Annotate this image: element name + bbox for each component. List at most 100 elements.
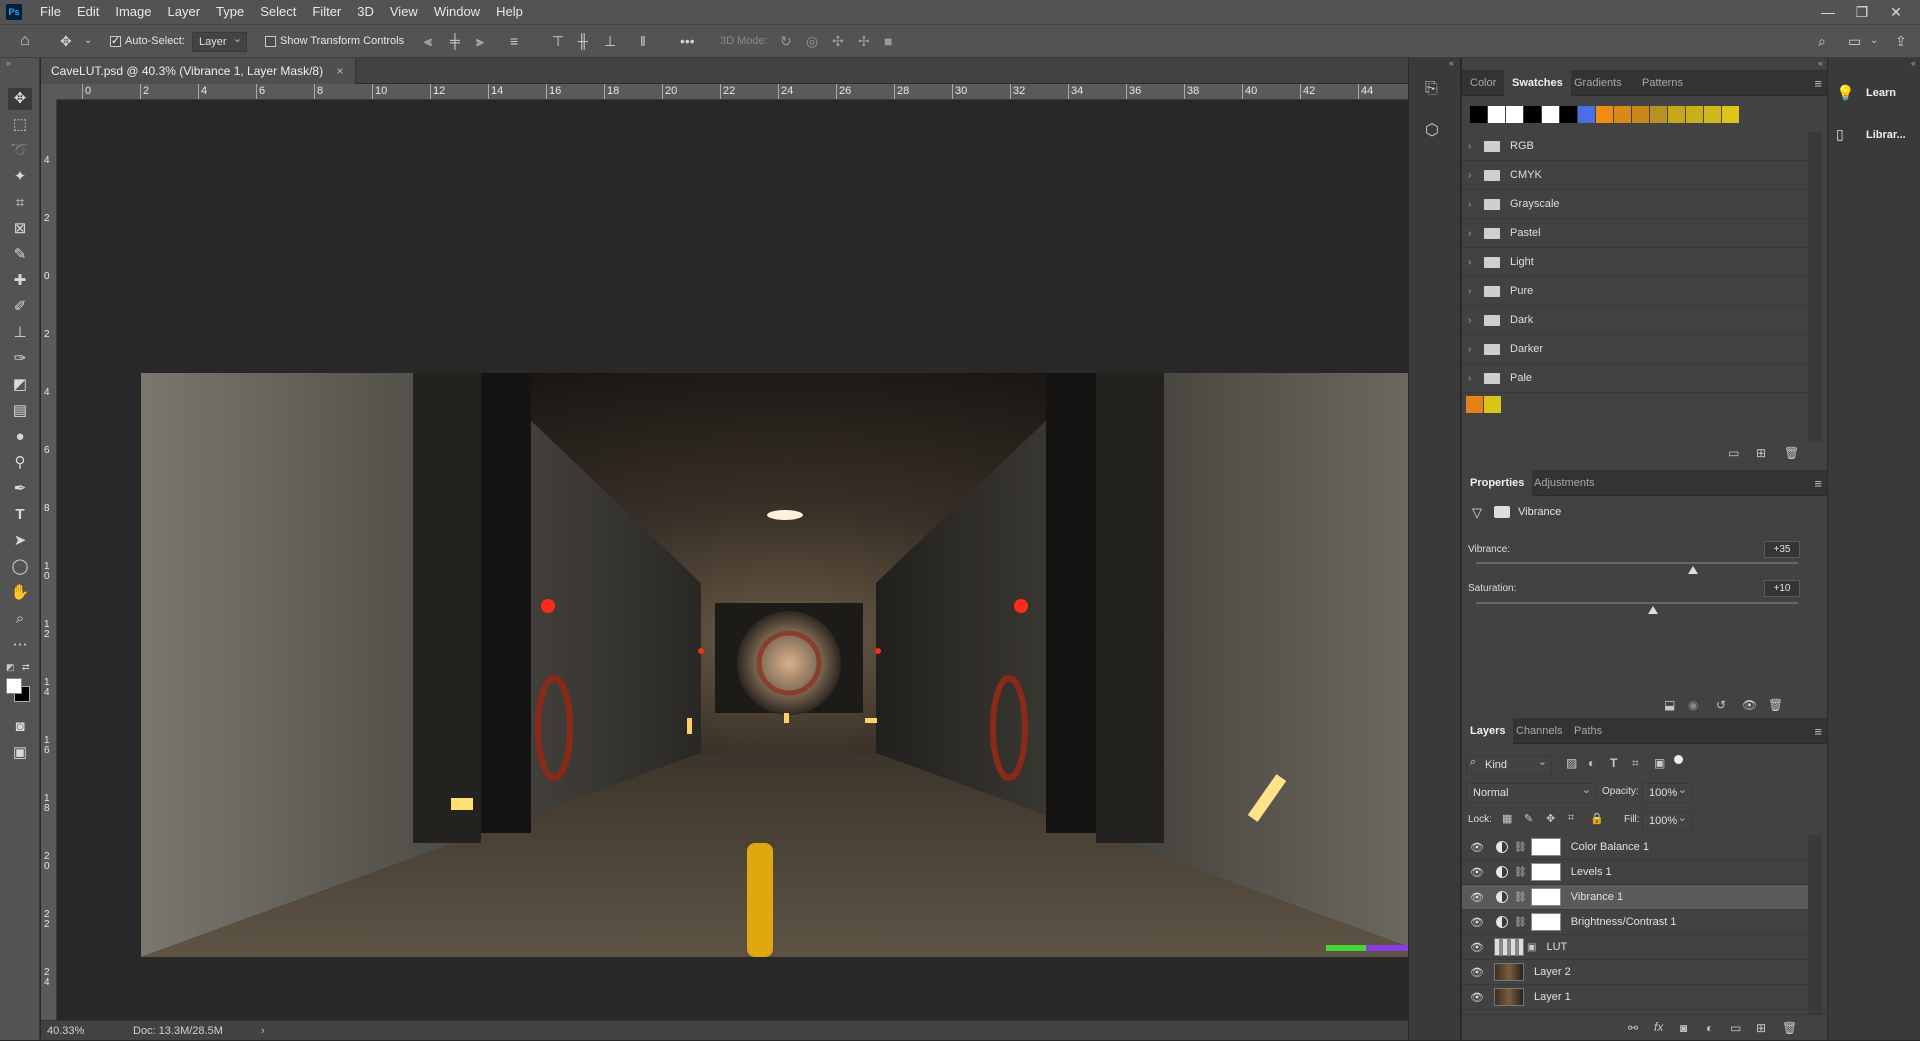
swatch-folder-pastel[interactable]: › Pastel bbox=[1462, 219, 1808, 248]
color-swatch[interactable] bbox=[1722, 106, 1739, 123]
tab-properties[interactable]: Properties bbox=[1462, 470, 1533, 496]
collapse-panels-icon[interactable]: « bbox=[1818, 58, 1823, 68]
document-image[interactable] bbox=[141, 373, 1436, 957]
layers-panel-menu-icon[interactable]: ≡ bbox=[1814, 724, 1822, 739]
show-transform-checkbox[interactable] bbox=[265, 36, 276, 47]
vertical-ruler[interactable]: 4 2 0 2 4 6 8 10 12 14 16 18 20 22 24 bbox=[41, 100, 57, 1020]
move-tool-icon[interactable]: ✥ bbox=[8, 88, 32, 110]
close-window-button[interactable]: ✕ bbox=[1876, 0, 1916, 24]
new-layer-icon[interactable]: ⊞ bbox=[1756, 1021, 1766, 1035]
chevron-right-icon[interactable]: › bbox=[1468, 286, 1480, 297]
layer-thumbnail[interactable] bbox=[1494, 963, 1524, 981]
menu-help[interactable]: Help bbox=[488, 0, 531, 24]
color-swatch[interactable] bbox=[1632, 106, 1649, 123]
custom-color-swatch[interactable] bbox=[1466, 396, 1483, 413]
new-group-icon[interactable]: ▭ bbox=[1730, 1021, 1741, 1035]
eraser-tool-icon[interactable]: ◩ bbox=[8, 374, 32, 396]
layer-mask-thumbnail[interactable] bbox=[1530, 863, 1561, 881]
auto-select-checkbox[interactable] bbox=[110, 34, 121, 47]
chevron-right-icon[interactable]: › bbox=[1468, 170, 1480, 181]
opacity-input[interactable]: 100% bbox=[1642, 781, 1692, 803]
blend-mode-dropdown[interactable]: Normal bbox=[1466, 781, 1596, 803]
lock-pixels-icon[interactable]: ✎ bbox=[1524, 812, 1533, 825]
chevron-right-icon[interactable]: › bbox=[1468, 228, 1480, 239]
layers-scrollbar[interactable] bbox=[1808, 835, 1822, 1015]
saturation-slider[interactable] bbox=[1476, 602, 1798, 604]
align-right-icon[interactable]: ⫸ bbox=[476, 33, 484, 49]
edit-toolbar-icon[interactable]: ⋯ bbox=[8, 634, 32, 656]
tab-channels[interactable]: Channels bbox=[1508, 718, 1570, 744]
distribute-vertical-icon[interactable]: ‖ bbox=[640, 33, 646, 49]
3d-panel-icon[interactable]: ⬡ bbox=[1425, 120, 1439, 140]
lock-position-icon[interactable]: ✥ bbox=[1546, 812, 1555, 825]
swatch-folder-dark[interactable]: › Dark bbox=[1462, 306, 1808, 335]
align-bottom-icon[interactable]: ⊥ bbox=[604, 33, 616, 49]
horizontal-ruler[interactable]: 0 2 4 6 8 10 12 14 16 18 20 22 24 26 28 30 32 34 36 38 40 42 4… bbox=[57, 84, 1408, 100]
menu-filter[interactable]: Filter bbox=[304, 0, 349, 24]
magic-wand-icon[interactable]: ✦ bbox=[8, 166, 32, 188]
new-swatch-icon[interactable]: ⊞ bbox=[1756, 446, 1766, 460]
delete-layer-icon[interactable]: 🗑 bbox=[1782, 1021, 1797, 1035]
swatch-folder-cmyk[interactable]: › CMYK bbox=[1462, 161, 1808, 190]
tab-color[interactable]: Color bbox=[1462, 70, 1504, 96]
tab-layers[interactable]: Layers bbox=[1462, 718, 1514, 744]
chevron-right-icon[interactable]: › bbox=[1468, 344, 1480, 355]
align-vcenter-icon[interactable]: ╫ bbox=[578, 33, 588, 49]
collapse-right-strip-icon[interactable]: « bbox=[1911, 58, 1916, 68]
layer-mask-thumbnail[interactable] bbox=[1530, 838, 1561, 856]
clip-to-layer-icon[interactable]: ⬓ bbox=[1664, 698, 1675, 712]
delete-adjustment-icon[interactable]: 🗑 bbox=[1768, 698, 1783, 712]
layer-row[interactable]: 👁 ⛓ Color Balance 1 bbox=[1462, 835, 1808, 860]
menu-select[interactable]: Select bbox=[252, 0, 304, 24]
foreground-color-swatch[interactable] bbox=[6, 678, 22, 694]
menu-file[interactable]: File bbox=[32, 0, 69, 24]
eyedropper-icon[interactable]: ✎ bbox=[8, 244, 32, 266]
swatch-folder-rgb[interactable]: › RGB bbox=[1462, 132, 1808, 161]
tab-adjustments[interactable]: Adjustments bbox=[1526, 470, 1603, 496]
layer-row[interactable]: 👁 Layer 2 bbox=[1462, 960, 1808, 985]
filter-pixel-icon[interactable]: ▨ bbox=[1566, 756, 1577, 770]
color-swatch[interactable] bbox=[1488, 106, 1505, 123]
chevron-right-icon[interactable]: › bbox=[1468, 257, 1480, 268]
align-hcenter-icon[interactable]: ╪ bbox=[450, 33, 460, 49]
lock-transparent-icon[interactable]: ▦ bbox=[1502, 812, 1512, 825]
color-swatch[interactable] bbox=[1668, 106, 1685, 123]
chevron-right-icon[interactable]: › bbox=[1468, 199, 1480, 210]
swatch-folder-pale[interactable]: › Pale bbox=[1462, 364, 1808, 393]
layer-row[interactable]: 👁 ⛓ Brightness/Contrast 1 bbox=[1462, 910, 1808, 935]
layer-name[interactable]: Color Balance 1 bbox=[1571, 841, 1649, 853]
screen-mode-icon[interactable]: ▣ bbox=[8, 742, 32, 764]
swatch-folder-darker[interactable]: › Darker bbox=[1462, 335, 1808, 364]
zoom-level[interactable]: 40.33% bbox=[47, 1021, 84, 1041]
saturation-slider-thumb[interactable] bbox=[1648, 606, 1659, 614]
layer-row[interactable]: 👁 ⛓ Vibrance 1 bbox=[1462, 885, 1808, 910]
layer-mask-icon[interactable] bbox=[1494, 506, 1510, 518]
swatch-folder-light[interactable]: › Light bbox=[1462, 248, 1808, 277]
menu-3d[interactable]: 3D bbox=[349, 0, 382, 24]
layer-filter-dropdown[interactable]: Kind bbox=[1466, 753, 1552, 775]
eye-icon[interactable]: 👁 bbox=[1470, 966, 1484, 979]
lasso-tool-icon[interactable]: ➰ bbox=[8, 140, 32, 162]
collapse-dock-icon[interactable]: « bbox=[1449, 58, 1454, 68]
clone-stamp-icon[interactable]: ⊥ bbox=[8, 322, 32, 344]
menu-window[interactable]: Window bbox=[426, 0, 488, 24]
vibrance-slider-thumb[interactable] bbox=[1688, 566, 1699, 574]
layer-name[interactable]: Layer 2 bbox=[1534, 966, 1571, 978]
new-adjustment-layer-icon[interactable]: ◐ bbox=[1706, 1021, 1713, 1035]
layer-row[interactable]: 👁 ▣ LUT bbox=[1462, 935, 1808, 960]
history-panel-icon[interactable]: ⎘ bbox=[1425, 80, 1438, 98]
link-icon[interactable]: ⛓ bbox=[1514, 917, 1527, 928]
color-swatch[interactable] bbox=[1524, 106, 1541, 123]
menu-view[interactable]: View bbox=[382, 0, 426, 24]
filter-type-icon[interactable]: T bbox=[1610, 756, 1617, 770]
menu-type[interactable]: Type bbox=[208, 0, 252, 24]
learn-button[interactable]: 💡 Learn bbox=[1836, 84, 1916, 106]
chevron-right-icon[interactable]: › bbox=[1468, 141, 1480, 152]
color-swatch[interactable] bbox=[1578, 106, 1595, 123]
menu-image[interactable]: Image bbox=[107, 0, 159, 24]
view-previous-icon[interactable]: ◉ bbox=[1688, 698, 1698, 712]
type-tool-icon[interactable]: T bbox=[8, 504, 32, 526]
workspace-icon[interactable]: ▭ bbox=[1848, 33, 1861, 49]
pen-tool-icon[interactable]: ✒ bbox=[8, 478, 32, 500]
eye-icon[interactable]: 👁 bbox=[1470, 991, 1484, 1004]
